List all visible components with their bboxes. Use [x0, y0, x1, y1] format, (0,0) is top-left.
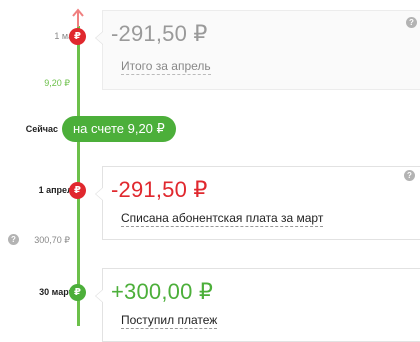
help-icon[interactable]: ?: [8, 234, 19, 245]
transaction-amount: +300,00 ₽: [111, 279, 214, 304]
balance-amount: 9,20 ₽: [44, 78, 70, 88]
transaction-amount: -291,50 ₽: [111, 177, 208, 202]
transaction-amount: -291,50 ₽: [111, 21, 208, 46]
help-icon[interactable]: ?: [406, 17, 417, 28]
transaction-description[interactable]: Поступил платеж: [121, 313, 218, 329]
balance-amount: 300,70 ₽: [34, 235, 70, 245]
transaction-description[interactable]: Списана абонентская плата за март: [121, 211, 324, 227]
current-balance-badge: на счете 9,20 ₽: [62, 116, 176, 142]
ruble-icon: ₽: [69, 182, 86, 199]
ruble-icon: ₽: [69, 284, 86, 301]
transaction-card[interactable]: +300,00 ₽ Поступил платеж: [95, 268, 420, 342]
ruble-icon: ₽: [69, 28, 86, 45]
transaction-description[interactable]: Итого за апрель: [121, 59, 211, 75]
transaction-card[interactable]: -291,50 ₽ Итого за апрель: [95, 10, 420, 90]
timeline-line: [77, 26, 80, 326]
arrow-up-icon[interactable]: [70, 8, 86, 28]
now-label: Сейчас: [25, 124, 58, 134]
transaction-card[interactable]: -291,50 ₽ Списана абонентская плата за м…: [95, 166, 420, 240]
help-icon[interactable]: ?: [404, 170, 415, 181]
